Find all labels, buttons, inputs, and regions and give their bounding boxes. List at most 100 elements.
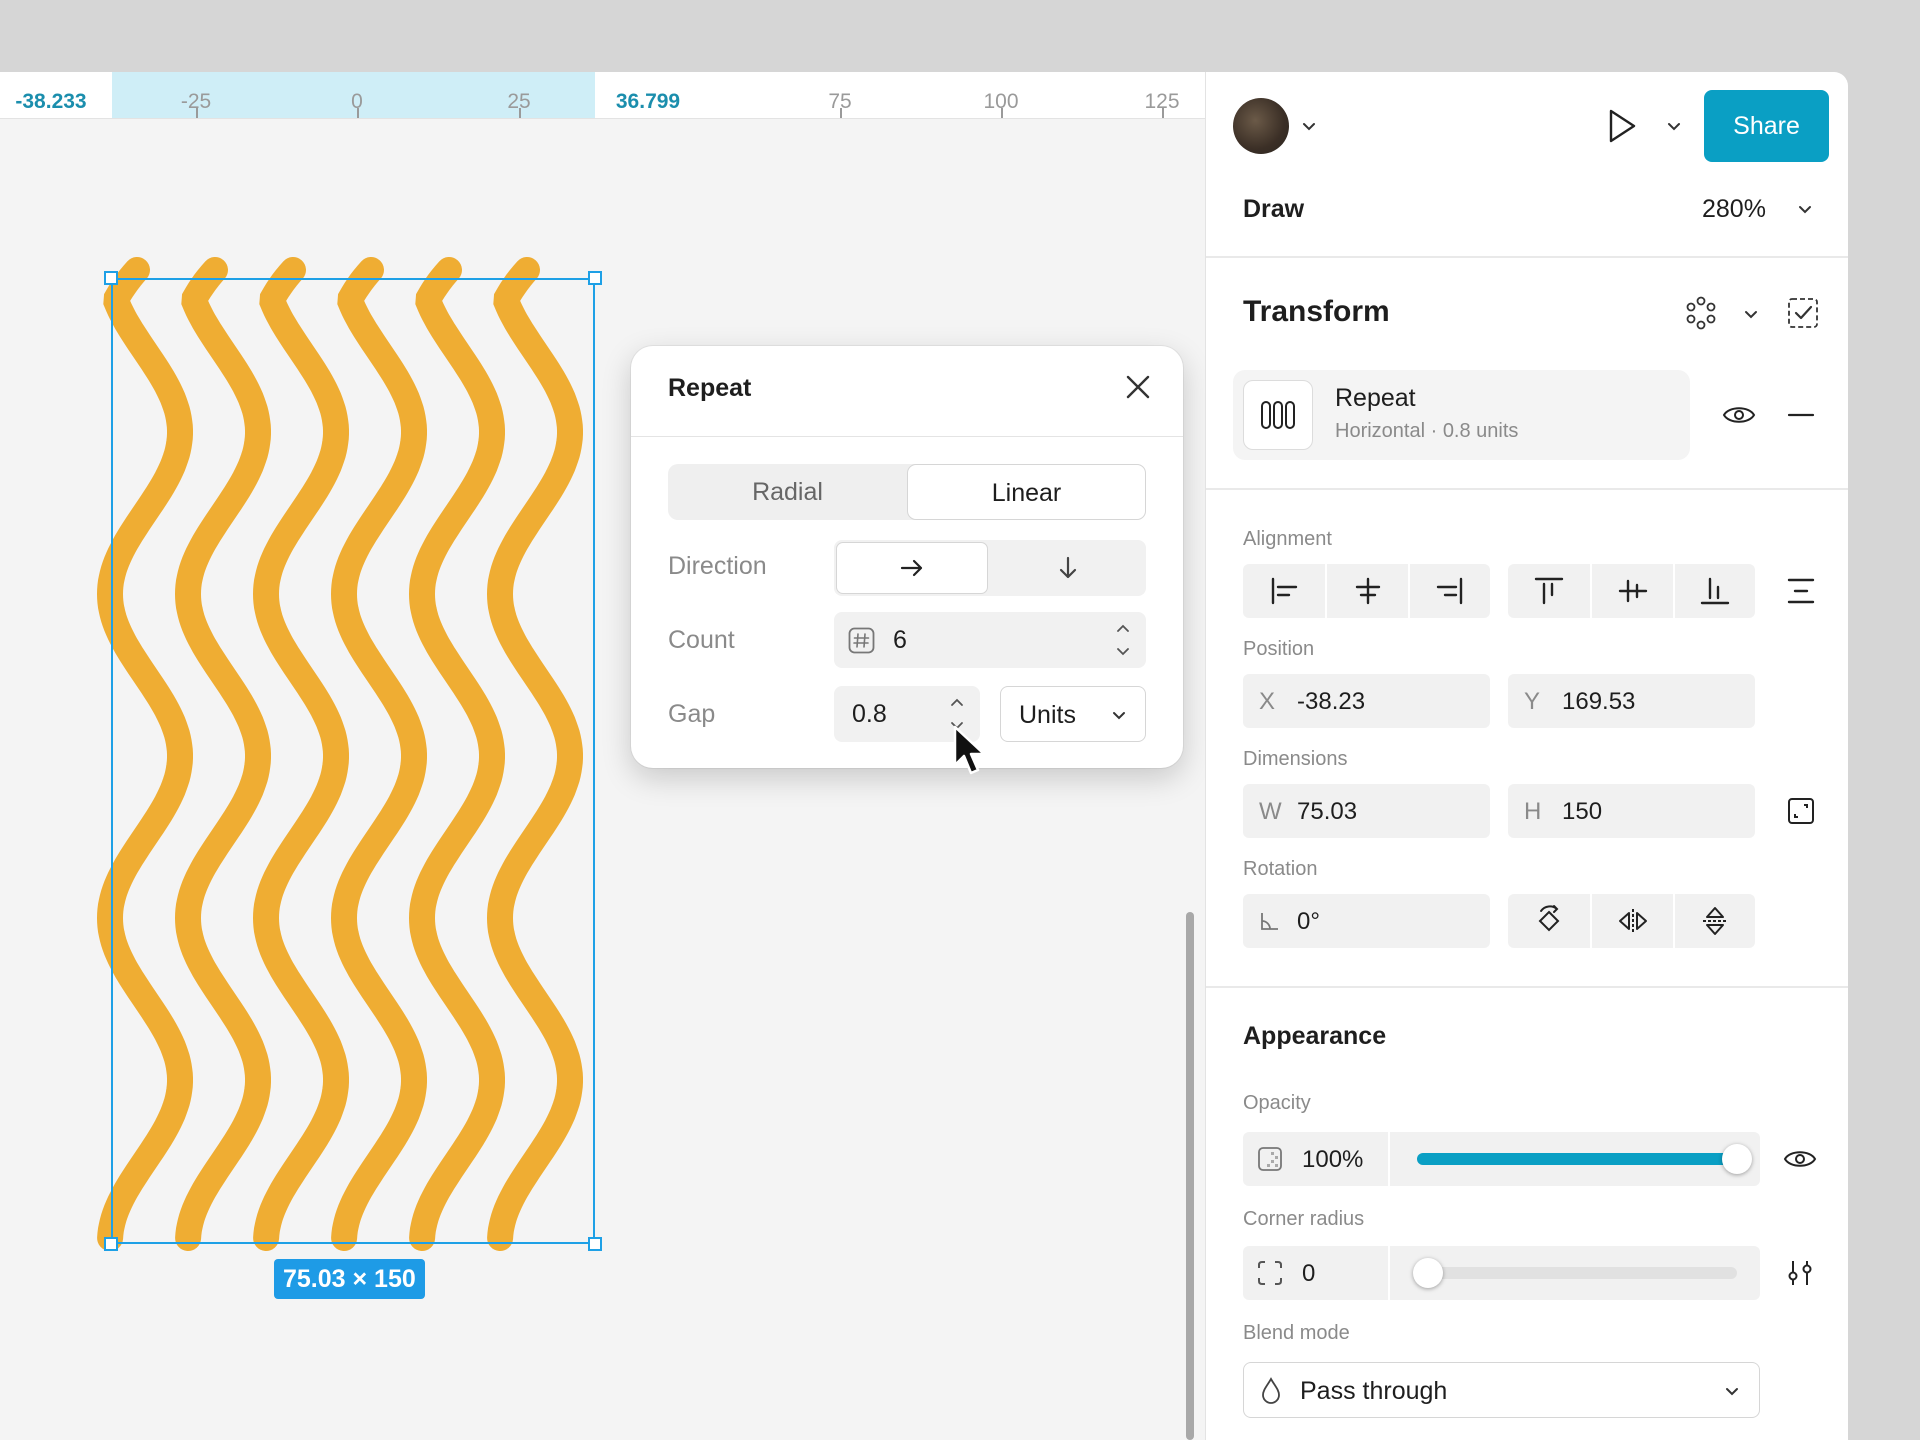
corner-radius-slider[interactable]	[1413, 1258, 1737, 1288]
gap-unit-select[interactable]: Units	[1000, 686, 1146, 742]
transform-title: Transform	[1243, 295, 1390, 328]
flip-horizontal-button[interactable]	[1592, 894, 1673, 948]
align-bottom-icon	[1700, 577, 1730, 605]
mode-label: Draw	[1243, 195, 1305, 223]
align-top-button[interactable]	[1508, 564, 1590, 618]
chevron-down-icon[interactable]	[1797, 201, 1813, 217]
y-value: 169.53	[1562, 688, 1636, 715]
close-icon	[1126, 375, 1150, 399]
resize-handle-top-right[interactable]	[588, 271, 602, 285]
align-middle-button[interactable]	[1592, 564, 1673, 618]
resize-handle-bottom-left[interactable]	[104, 1237, 118, 1251]
y-key: Y	[1524, 688, 1541, 715]
close-button[interactable]	[1119, 368, 1157, 406]
hash-icon	[848, 627, 875, 654]
repeat-effect-name: Repeat	[1335, 384, 1416, 412]
blend-mode-select[interactable]: Pass through	[1243, 1362, 1760, 1418]
opacity-icon	[1258, 1147, 1282, 1171]
selection-bounding-box[interactable]	[111, 278, 595, 1244]
select-check-icon[interactable]	[1786, 296, 1820, 330]
rotate-button[interactable]	[1508, 894, 1590, 948]
horizontal-align-group	[1243, 564, 1490, 618]
align-right-icon	[1436, 577, 1463, 605]
resize-handle-bottom-right[interactable]	[588, 1237, 602, 1251]
constrain-proportions-icon[interactable]	[1786, 796, 1816, 826]
align-left-icon	[1271, 577, 1298, 605]
avatar[interactable]	[1233, 98, 1289, 154]
rotate-flip-group	[1508, 894, 1755, 948]
dimensions-label: Dimensions	[1243, 748, 1348, 770]
rotate-icon	[1538, 905, 1560, 932]
rotation-input[interactable]: 0°	[1243, 894, 1490, 948]
corner-radius-value[interactable]: 0	[1302, 1260, 1315, 1288]
flip-vertical-button[interactable]	[1675, 894, 1755, 948]
minus-icon[interactable]	[1786, 400, 1816, 430]
stepper-icon[interactable]	[1114, 620, 1132, 660]
opacity-label: Opacity	[1243, 1092, 1311, 1114]
rotation-label: Rotation	[1243, 858, 1318, 880]
direction-toggle	[834, 540, 1146, 596]
height-input[interactable]: H 150	[1508, 784, 1755, 838]
align-center-horizontal-icon	[1355, 577, 1380, 605]
repeat-effect-thumbnail	[1243, 380, 1313, 450]
gap-value: 0.8	[852, 700, 887, 728]
align-bottom-button[interactable]	[1675, 564, 1755, 618]
blend-mode-value: Pass through	[1300, 1377, 1448, 1405]
corner-radius-label: Corner radius	[1243, 1208, 1365, 1230]
repeat-popup: Repeat Radial Linear Direction Count 6 G…	[631, 346, 1183, 768]
opacity-value[interactable]: 100%	[1302, 1146, 1363, 1174]
h-key: H	[1524, 798, 1542, 825]
tab-linear[interactable]: Linear	[907, 464, 1146, 520]
arrow-down-icon	[1059, 556, 1077, 579]
zoom-level[interactable]: 280%	[1702, 195, 1766, 224]
rotation-value: 0°	[1297, 908, 1320, 935]
components-icon[interactable]	[1684, 296, 1718, 330]
dimension-badge: 75.03 × 150	[274, 1259, 425, 1299]
share-button[interactable]: Share	[1704, 90, 1829, 162]
vertical-scrollbar[interactable]	[1186, 912, 1194, 1440]
opacity-slider[interactable]	[1417, 1144, 1752, 1174]
align-center-h-button[interactable]	[1327, 564, 1408, 618]
direction-vertical-button[interactable]	[992, 542, 1144, 594]
chevron-down-icon[interactable]	[1666, 118, 1682, 134]
adjustments-icon[interactable]	[1785, 1258, 1815, 1288]
align-center-vertical-icon	[1618, 579, 1647, 603]
eye-icon[interactable]	[1782, 1144, 1818, 1174]
align-left-button[interactable]	[1243, 564, 1325, 618]
opacity-control: 100%	[1243, 1132, 1760, 1186]
blend-mode-label: Blend mode	[1243, 1322, 1350, 1344]
mouse-cursor-icon	[953, 725, 986, 775]
gap-label: Gap	[668, 700, 716, 728]
chevron-down-icon[interactable]	[1743, 306, 1759, 322]
repeat-effect-row[interactable]: Repeat Horizontal · 0.8 units	[1233, 370, 1690, 460]
flip-vertical-icon	[1703, 907, 1727, 935]
resize-handle-top-left[interactable]	[104, 271, 118, 285]
arrow-right-icon	[900, 559, 923, 577]
position-label: Position	[1243, 638, 1315, 660]
appearance-title: Appearance	[1243, 1022, 1387, 1050]
alignment-label: Alignment	[1243, 528, 1332, 550]
distribute-icon[interactable]	[1786, 576, 1816, 606]
opacity-slider-thumb[interactable]	[1722, 1144, 1752, 1174]
corner-radius-slider-thumb[interactable]	[1413, 1258, 1443, 1288]
count-input[interactable]: 6	[834, 612, 1146, 668]
width-input[interactable]: W 75.03	[1243, 784, 1490, 838]
gap-unit-value: Units	[1019, 701, 1076, 729]
angle-icon	[1261, 913, 1278, 930]
opacity-slider-fill	[1417, 1153, 1737, 1165]
direction-horizontal-button[interactable]	[836, 542, 988, 594]
position-y-input[interactable]: Y 169.53	[1508, 674, 1755, 728]
repeat-type-toggle: Radial Linear	[668, 464, 1146, 520]
tab-radial[interactable]: Radial	[668, 464, 907, 520]
eye-icon[interactable]	[1721, 400, 1757, 430]
align-right-button[interactable]	[1410, 564, 1490, 618]
repeat-effect-desc: Horizontal · 0.8 units	[1335, 420, 1519, 442]
direction-label: Direction	[668, 552, 767, 580]
play-icon[interactable]	[1605, 106, 1639, 146]
chevron-down-icon	[1113, 712, 1125, 720]
vertical-align-group	[1508, 564, 1755, 618]
h-value: 150	[1562, 798, 1603, 825]
chevron-down-icon	[1726, 1388, 1738, 1396]
position-x-input[interactable]: X -38.23	[1243, 674, 1490, 728]
chevron-down-icon[interactable]	[1301, 118, 1317, 134]
